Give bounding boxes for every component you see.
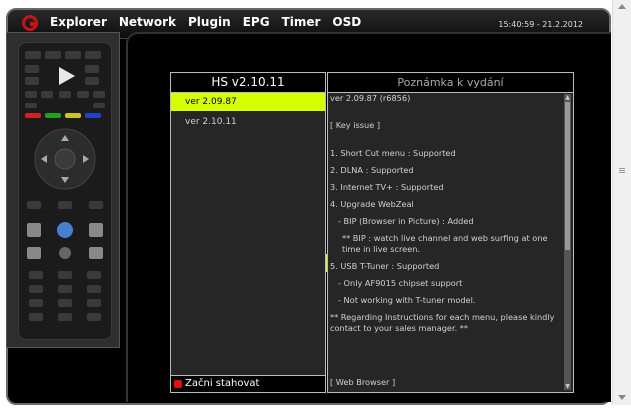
menu-osd[interactable]: OSD [332,15,361,29]
notes-line: 1. Short Cut menu : Supported [330,148,456,158]
logo-icon [22,15,38,31]
menu-timer[interactable]: Timer [282,15,321,29]
download-button[interactable]: Začni stahovat [171,375,325,392]
version-list-title: HS v2.10.11 [171,73,325,93]
scroll-up-icon[interactable]: ▲ [564,94,571,101]
menu-explorer[interactable]: Explorer [50,15,107,29]
version-item-selected[interactable]: ver 2.09.87 [171,93,325,111]
notes-line [330,104,562,115]
release-notes-panel: Poznámka k vydání ver 2.09.87 (r6856) [ … [327,72,574,393]
page-scrollbar[interactable] [612,0,631,405]
release-notes-text: ver 2.09.87 (r6856) [ Key issue ] 1. Sho… [330,93,562,334]
menu-epg[interactable]: EPG [243,15,270,29]
clock: 15:40:59 - 21.2.2012 [498,20,583,29]
notes-line: [ Key issue ] [330,120,381,130]
notes-line: 2. DLNA : Supported [330,165,414,175]
notes-line: 5. USB T-Tuner : Supported [330,261,440,271]
page-scroll-graphic [618,4,626,400]
notes-line: 4. Upgrade WebZeal [330,199,414,209]
release-notes-title: Poznámka k vydání [328,73,573,93]
red-button-icon [174,380,182,388]
scroll-down-icon[interactable]: ▼ [564,383,571,390]
notes-line [330,131,562,142]
version-list-panel: HS v2.10.11 ver 2.09.87 ver 2.10.11 Začn… [170,72,326,393]
remote-control [18,42,112,340]
menu-plugin[interactable]: Plugin [188,15,231,29]
download-label: Začni stahovat [185,378,260,389]
notes-line-bottom: [ Web Browser ] [330,377,396,387]
notes-scrollbar[interactable]: ▲ ▼ [564,94,571,390]
notes-line: ** Regarding Instructions for each menu,… [330,312,555,333]
remote-buttons-graphic [25,51,105,321]
notes-line: 3. Internet TV+ : Supported [330,182,444,192]
main-menu: Explorer Network Plugin EPG Timer OSD [50,15,373,29]
notes-line: ver 2.09.87 (r6856) [330,93,411,103]
menu-network[interactable]: Network [119,15,176,29]
notes-line: - Not working with T-tuner model. [338,295,476,305]
notes-line: ** BIP : watch live channel and web surf… [342,233,548,254]
version-item[interactable]: ver 2.10.11 [171,113,325,131]
notes-line: - BIP (Browser in Picture) : Added [338,216,474,226]
notes-line: - Only AF9015 chipset support [338,278,463,288]
scroll-thumb[interactable] [565,102,570,250]
